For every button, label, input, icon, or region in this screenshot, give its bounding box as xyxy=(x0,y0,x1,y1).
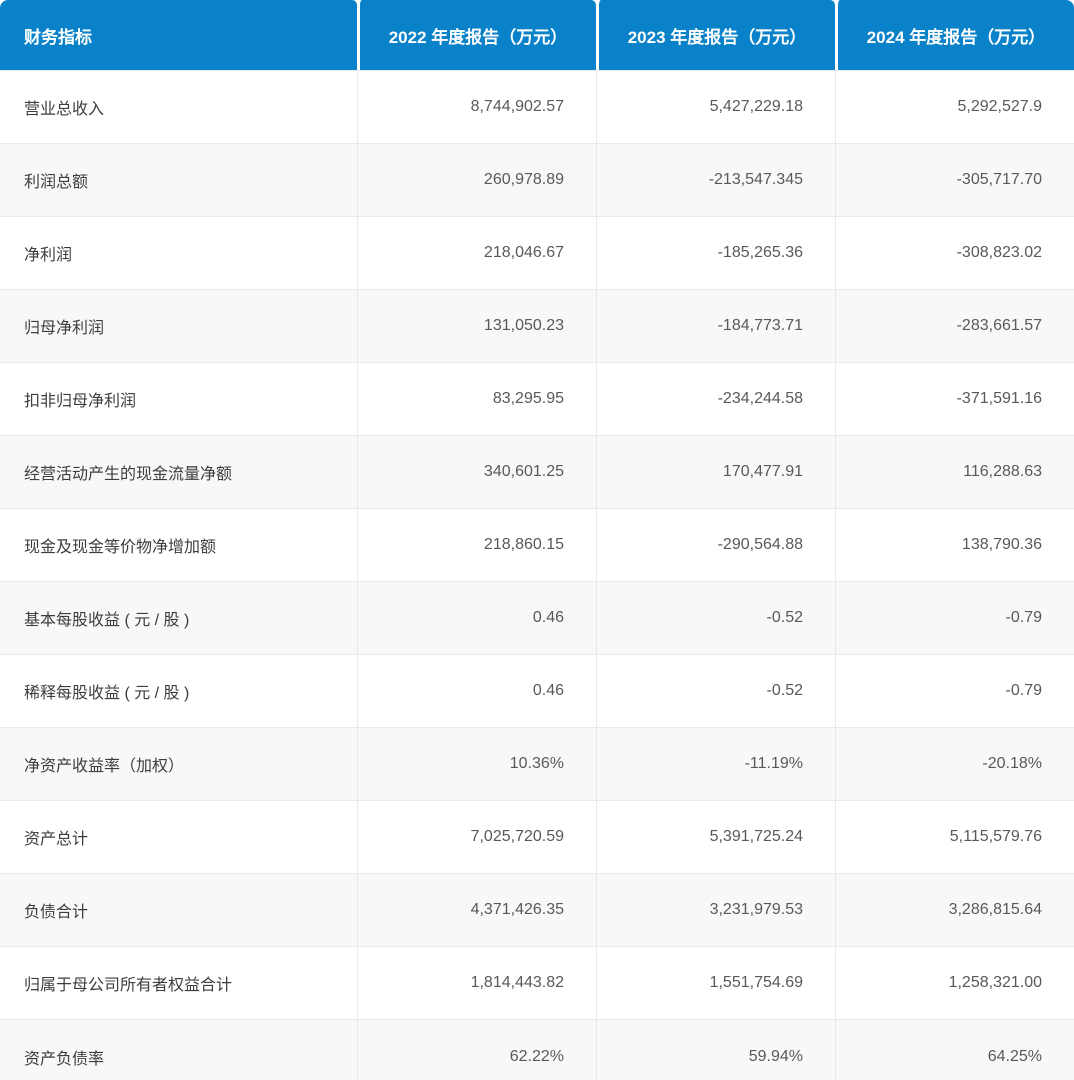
value-cell: 260,978.89 xyxy=(357,143,596,216)
value-cell: -308,823.02 xyxy=(835,216,1074,289)
table-row: 归母净利润131,050.23-184,773.71-283,661.57 xyxy=(0,289,1074,362)
value-cell: -283,661.57 xyxy=(835,289,1074,362)
table-header: 财务指标 2022 年度报告（万元） 2023 年度报告（万元） 2024 年度… xyxy=(0,0,1074,70)
indicator-label: 归母净利润 xyxy=(0,289,357,362)
indicator-label: 扣非归母净利润 xyxy=(0,362,357,435)
value-cell: 131,050.23 xyxy=(357,289,596,362)
value-cell: -213,547.345 xyxy=(596,143,835,216)
value-cell: 8,744,902.57 xyxy=(357,70,596,143)
value-cell: 170,477.91 xyxy=(596,435,835,508)
value-cell: 1,814,443.82 xyxy=(357,946,596,1019)
value-cell: -0.52 xyxy=(596,654,835,727)
value-cell: -0.79 xyxy=(835,654,1074,727)
value-cell: 0.46 xyxy=(357,654,596,727)
value-cell: 5,427,229.18 xyxy=(596,70,835,143)
value-cell: -184,773.71 xyxy=(596,289,835,362)
indicator-label: 资产负债率 xyxy=(0,1019,357,1080)
indicator-label: 经营活动产生的现金流量净额 xyxy=(0,435,357,508)
column-header-2023: 2023 年度报告（万元） xyxy=(596,0,835,70)
value-cell: 62.22% xyxy=(357,1019,596,1080)
table-row: 稀释每股收益 ( 元 / 股 )0.46-0.52-0.79 xyxy=(0,654,1074,727)
value-cell: 4,371,426.35 xyxy=(357,873,596,946)
value-cell: 10.36% xyxy=(357,727,596,800)
table-body: 营业总收入8,744,902.575,427,229.185,292,527.9… xyxy=(0,70,1074,1080)
indicator-label: 稀释每股收益 ( 元 / 股 ) xyxy=(0,654,357,727)
table-row: 资产总计7,025,720.595,391,725.245,115,579.76 xyxy=(0,800,1074,873)
value-cell: -0.52 xyxy=(596,581,835,654)
value-cell: 1,551,754.69 xyxy=(596,946,835,1019)
column-header-2024: 2024 年度报告（万元） xyxy=(835,0,1074,70)
value-cell: 116,288.63 xyxy=(835,435,1074,508)
indicator-label: 净利润 xyxy=(0,216,357,289)
indicator-label: 营业总收入 xyxy=(0,70,357,143)
table-row: 营业总收入8,744,902.575,427,229.185,292,527.9 xyxy=(0,70,1074,143)
value-cell: 3,231,979.53 xyxy=(596,873,835,946)
value-cell: 218,046.67 xyxy=(357,216,596,289)
indicator-label: 利润总额 xyxy=(0,143,357,216)
value-cell: 83,295.95 xyxy=(357,362,596,435)
value-cell: 0.46 xyxy=(357,581,596,654)
indicator-label: 基本每股收益 ( 元 / 股 ) xyxy=(0,581,357,654)
financial-report-page: 财务指标 2022 年度报告（万元） 2023 年度报告（万元） 2024 年度… xyxy=(0,0,1074,1080)
header-row: 财务指标 2022 年度报告（万元） 2023 年度报告（万元） 2024 年度… xyxy=(0,0,1074,70)
value-cell: 340,601.25 xyxy=(357,435,596,508)
table-row: 净利润218,046.67-185,265.36-308,823.02 xyxy=(0,216,1074,289)
value-cell: 5,292,527.9 xyxy=(835,70,1074,143)
column-header-indicator: 财务指标 xyxy=(0,0,357,70)
value-cell: 1,258,321.00 xyxy=(835,946,1074,1019)
table-row: 基本每股收益 ( 元 / 股 )0.46-0.52-0.79 xyxy=(0,581,1074,654)
value-cell: 7,025,720.59 xyxy=(357,800,596,873)
value-cell: 59.94% xyxy=(596,1019,835,1080)
table-row: 现金及现金等价物净增加额218,860.15-290,564.88138,790… xyxy=(0,508,1074,581)
value-cell: 3,286,815.64 xyxy=(835,873,1074,946)
table-row: 净资产收益率（加权）10.36%-11.19%-20.18% xyxy=(0,727,1074,800)
value-cell: -371,591.16 xyxy=(835,362,1074,435)
value-cell: 138,790.36 xyxy=(835,508,1074,581)
value-cell: 5,391,725.24 xyxy=(596,800,835,873)
table-row: 扣非归母净利润83,295.95-234,244.58-371,591.16 xyxy=(0,362,1074,435)
table-row: 经营活动产生的现金流量净额340,601.25170,477.91116,288… xyxy=(0,435,1074,508)
table-row: 利润总额260,978.89-213,547.345-305,717.70 xyxy=(0,143,1074,216)
value-cell: -0.79 xyxy=(835,581,1074,654)
value-cell: -20.18% xyxy=(835,727,1074,800)
value-cell: -11.19% xyxy=(596,727,835,800)
indicator-label: 负债合计 xyxy=(0,873,357,946)
value-cell: -234,244.58 xyxy=(596,362,835,435)
value-cell: -290,564.88 xyxy=(596,508,835,581)
value-cell: 64.25% xyxy=(835,1019,1074,1080)
column-header-2022: 2022 年度报告（万元） xyxy=(357,0,596,70)
indicator-label: 现金及现金等价物净增加额 xyxy=(0,508,357,581)
value-cell: -305,717.70 xyxy=(835,143,1074,216)
value-cell: 218,860.15 xyxy=(357,508,596,581)
table-row: 归属于母公司所有者权益合计1,814,443.821,551,754.691,2… xyxy=(0,946,1074,1019)
financial-indicators-table: 财务指标 2022 年度报告（万元） 2023 年度报告（万元） 2024 年度… xyxy=(0,0,1074,1080)
indicator-label: 净资产收益率（加权） xyxy=(0,727,357,800)
indicator-label: 归属于母公司所有者权益合计 xyxy=(0,946,357,1019)
indicator-label: 资产总计 xyxy=(0,800,357,873)
table-row: 资产负债率62.22%59.94%64.25% xyxy=(0,1019,1074,1080)
value-cell: 5,115,579.76 xyxy=(835,800,1074,873)
value-cell: -185,265.36 xyxy=(596,216,835,289)
table-row: 负债合计4,371,426.353,231,979.533,286,815.64 xyxy=(0,873,1074,946)
